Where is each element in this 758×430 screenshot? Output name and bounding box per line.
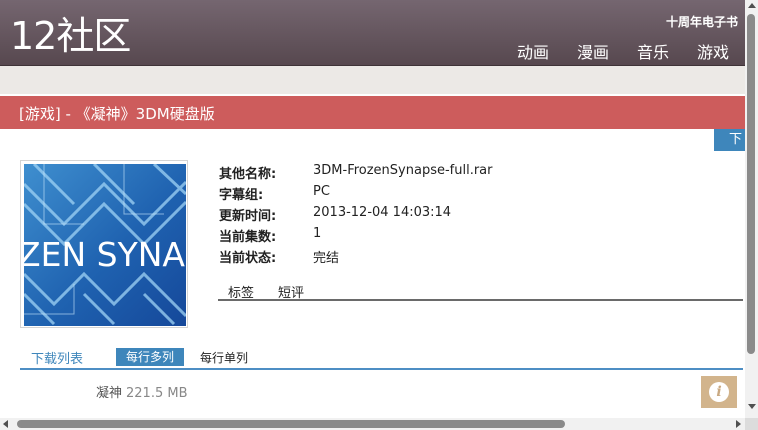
scroll-down-arrow-icon[interactable]: [748, 404, 756, 409]
horizontal-scroll-thumb[interactable]: [17, 420, 565, 428]
status-value: 完结: [313, 251, 340, 266]
info-icon: i: [709, 382, 729, 402]
download-item[interactable]: 凝神 221.5 MB: [96, 382, 188, 401]
fansub-label: 字幕组:: [219, 188, 264, 203]
file-name[interactable]: 凝神: [96, 386, 122, 401]
episodes-label: 当前集数:: [219, 230, 277, 245]
scroll-up-arrow-icon[interactable]: [748, 3, 756, 8]
page-viewport: 12社区 十周年电子书 动画 漫画 音乐 游戏 [游戏] - 《凝神》3DM硬盘…: [0, 0, 745, 418]
scrollbar-corner: [745, 418, 758, 430]
site-logo[interactable]: 12社区: [10, 14, 131, 58]
tab-tags[interactable]: 标签: [228, 282, 254, 301]
download-list-label[interactable]: 下载列表: [31, 348, 83, 367]
file-size: 221.5 MB: [126, 386, 188, 401]
nav-manga[interactable]: 漫画: [577, 39, 609, 63]
download-list-header: 下载列表 每行多列 每行单列: [20, 347, 743, 370]
page-title: [游戏] - 《凝神》3DM硬盘版: [19, 105, 215, 123]
updated-label: 更新时间:: [219, 209, 277, 224]
detail-tabs: 标签 短评: [218, 282, 743, 301]
episodes-value: 1: [313, 226, 322, 241]
site-header: 12社区 十周年电子书 动画 漫画 音乐 游戏: [0, 0, 745, 66]
nav-anime[interactable]: 动画: [517, 39, 549, 63]
multi-column-toggle[interactable]: 每行多列: [116, 348, 185, 366]
cover-title-text: ZEN SYNA: [24, 235, 185, 274]
download-tab[interactable]: 下: [714, 129, 745, 151]
scroll-right-arrow-icon[interactable]: [736, 420, 741, 428]
title-bar: [游戏] - 《凝神》3DM硬盘版: [0, 96, 745, 129]
sub-header-bar: [0, 66, 745, 94]
vertical-scroll-thumb[interactable]: [747, 14, 755, 354]
status-label: 当前状态:: [219, 251, 277, 266]
cover-image: ZEN SYNA: [20, 160, 188, 328]
single-column-toggle[interactable]: 每行单列: [200, 349, 248, 366]
cover-art-image: ZEN SYNA: [24, 164, 186, 326]
updated-value: 2013-12-04 14:03:14: [313, 205, 452, 220]
main-nav: 动画 漫画 音乐 游戏: [517, 39, 729, 63]
info-button[interactable]: i: [701, 376, 737, 408]
nav-music[interactable]: 音乐: [637, 39, 669, 63]
alias-label: 其他名称:: [219, 167, 277, 182]
nav-games[interactable]: 游戏: [697, 39, 729, 63]
vertical-scrollbar[interactable]: [745, 0, 758, 418]
horizontal-scrollbar[interactable]: [0, 418, 745, 430]
scroll-left-arrow-icon[interactable]: [3, 420, 8, 428]
tab-reviews[interactable]: 短评: [278, 282, 304, 301]
alias-value: 3DM-FrozenSynapse-full.rar: [313, 163, 493, 178]
fansub-value: PC: [313, 184, 330, 199]
anniversary-ebook-link[interactable]: 十周年电子书: [666, 13, 738, 30]
